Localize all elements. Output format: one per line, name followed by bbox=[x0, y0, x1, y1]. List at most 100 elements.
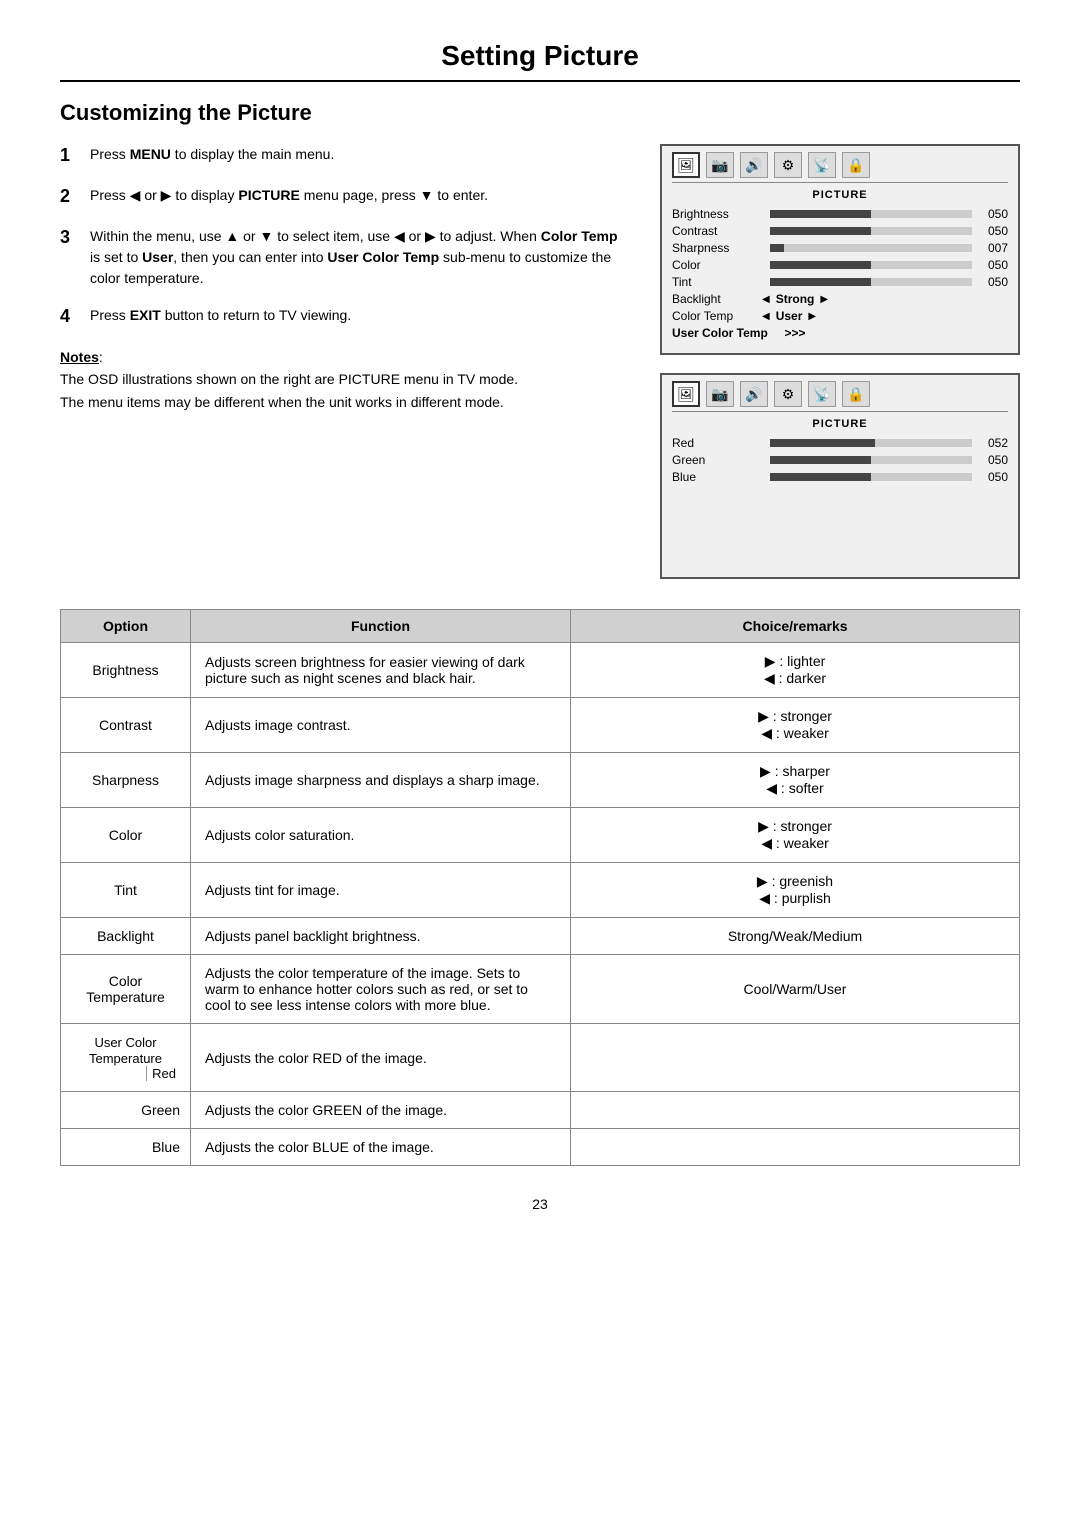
osd-row-tint: Tint 050 bbox=[672, 275, 1008, 289]
osd-value-contrast: 050 bbox=[980, 224, 1008, 238]
colortemp-value: User bbox=[776, 309, 803, 323]
step-2: 2 Press ◀ or ▶ to display PICTURE menu p… bbox=[60, 185, 630, 210]
step-number-2: 2 bbox=[60, 183, 80, 210]
choice-user-blue bbox=[571, 1129, 1020, 1166]
option-user-blue: Blue bbox=[61, 1129, 191, 1166]
notes-title: Notes bbox=[60, 349, 99, 365]
steps-list: 1 Press MENU to display the main menu. 2… bbox=[60, 144, 630, 330]
osd-icon-picture: 🖼 bbox=[672, 152, 700, 178]
step-number-3: 3 bbox=[60, 224, 80, 251]
osd-screen-2: 🖼 📷 🔊 ⚙ 📡 🔒 PICTURE Red 052 Green bbox=[660, 373, 1020, 579]
osd-row-red: Red 052 bbox=[672, 436, 1008, 450]
table-row-tint: Tint Adjusts tint for image. ▶ : greenis… bbox=[61, 863, 1020, 918]
step-number-1: 1 bbox=[60, 142, 80, 169]
osd-name-color: Color bbox=[672, 258, 762, 272]
step-number-4: 4 bbox=[60, 303, 80, 330]
function-brightness: Adjusts screen brightness for easier vie… bbox=[191, 643, 571, 698]
osd-row-color: Color 050 bbox=[672, 258, 1008, 272]
osd-row-backlight: Backlight ◀ Strong ▶ bbox=[672, 292, 1008, 306]
table-row-contrast: Contrast Adjusts image contrast. ▶ : str… bbox=[61, 698, 1020, 753]
osd-row-green: Green 050 bbox=[672, 453, 1008, 467]
osd-name-green: Green bbox=[672, 453, 762, 467]
choice-sharpness: ▶ : sharper◀ : softer bbox=[571, 753, 1020, 808]
option-tint: Tint bbox=[61, 863, 191, 918]
notes-line-2: The menu items may be different when the… bbox=[60, 394, 504, 410]
table-row-color: Color Adjusts color saturation. ▶ : stro… bbox=[61, 808, 1020, 863]
table-row-sharpness: Sharpness Adjusts image sharpness and di… bbox=[61, 753, 1020, 808]
osd-name-colortemp: Color Temp bbox=[672, 309, 762, 323]
osd-bar-tint bbox=[770, 278, 972, 286]
osd2-icon-settings: ⚙ bbox=[774, 381, 802, 407]
option-backlight: Backlight bbox=[61, 918, 191, 955]
colortemp-left-arrow: ◀ bbox=[762, 311, 770, 322]
osd-bar-contrast bbox=[770, 227, 972, 235]
option-contrast: Contrast bbox=[61, 698, 191, 753]
option-sharpness: Sharpness bbox=[61, 753, 191, 808]
section-title: Customizing the Picture bbox=[60, 100, 1020, 126]
osd-value-brightness: 050 bbox=[980, 207, 1008, 221]
step-1: 1 Press MENU to display the main menu. bbox=[60, 144, 630, 169]
step-text-3: Within the menu, use ▲ or ▼ to select it… bbox=[90, 226, 630, 289]
notes-section: Notes: The OSD illustrations shown on th… bbox=[60, 346, 630, 413]
function-user-green: Adjusts the color GREEN of the image. bbox=[191, 1092, 571, 1129]
osd-value-tint: 050 bbox=[980, 275, 1008, 289]
function-backlight: Adjusts panel backlight brightness. bbox=[191, 918, 571, 955]
option-user-red: User ColorTemperature Red bbox=[61, 1024, 191, 1092]
osd-name-blue: Blue bbox=[672, 470, 762, 484]
osd-bar-red bbox=[770, 439, 972, 447]
osd-icons-1: 🖼 📷 🔊 ⚙ 📡 🔒 bbox=[672, 152, 1008, 183]
choice-color: ▶ : stronger◀ : weaker bbox=[571, 808, 1020, 863]
choice-tint: ▶ : greenish◀ : purplish bbox=[571, 863, 1020, 918]
step-text-2: Press ◀ or ▶ to display PICTURE menu pag… bbox=[90, 185, 630, 206]
table-row-brightness: Brightness Adjusts screen brightness for… bbox=[61, 643, 1020, 698]
table-header-choice: Choice/remarks bbox=[571, 610, 1020, 643]
table-row-user-green: Green Adjusts the color GREEN of the ima… bbox=[61, 1092, 1020, 1129]
osd-icon-lock: 🔒 bbox=[842, 152, 870, 178]
function-color: Adjusts color saturation. bbox=[191, 808, 571, 863]
step-4: 4 Press EXIT button to return to TV view… bbox=[60, 305, 630, 330]
osd-value-green: 050 bbox=[980, 453, 1008, 467]
options-table: Option Function Choice/remarks Brightnes… bbox=[60, 609, 1020, 1166]
osd-bar-sharpness bbox=[770, 244, 972, 252]
choice-user-red bbox=[571, 1024, 1020, 1092]
osd2-icon-channel: 📡 bbox=[808, 381, 836, 407]
osd-subrow-usercolor: User Color Temp >>> bbox=[672, 326, 1008, 340]
function-contrast: Adjusts image contrast. bbox=[191, 698, 571, 753]
choice-contrast: ▶ : stronger◀ : weaker bbox=[571, 698, 1020, 753]
osd-icon-camera: 📷 bbox=[706, 152, 734, 178]
choice-backlight: Strong/Weak/Medium bbox=[571, 918, 1020, 955]
backlight-value: Strong bbox=[776, 292, 815, 306]
osd-icon-settings: ⚙ bbox=[774, 152, 802, 178]
osd-row-blue: Blue 050 bbox=[672, 470, 1008, 484]
function-colortemp: Adjusts the color temperature of the ima… bbox=[191, 955, 571, 1024]
osd-screens-panel: 🖼 📷 🔊 ⚙ 📡 🔒 PICTURE Brightness 050 Contr… bbox=[660, 144, 1020, 579]
backlight-left-arrow: ◀ bbox=[762, 294, 770, 305]
osd2-icon-lock: 🔒 bbox=[842, 381, 870, 407]
choice-brightness: ▶ : lighter◀ : darker bbox=[571, 643, 1020, 698]
osd2-icon-camera: 📷 bbox=[706, 381, 734, 407]
osd-label-2: PICTURE bbox=[672, 418, 1008, 430]
page-number: 23 bbox=[60, 1196, 1020, 1212]
osd-row-contrast: Contrast 050 bbox=[672, 224, 1008, 238]
option-brightness: Brightness bbox=[61, 643, 191, 698]
instructions-panel: 1 Press MENU to display the main menu. 2… bbox=[60, 144, 630, 579]
choice-colortemp: Cool/Warm/User bbox=[571, 955, 1020, 1024]
osd-label-1: PICTURE bbox=[672, 189, 1008, 201]
main-content: 1 Press MENU to display the main menu. 2… bbox=[60, 144, 1020, 579]
table-row-colortemp: ColorTemperature Adjusts the color tempe… bbox=[61, 955, 1020, 1024]
choice-user-green bbox=[571, 1092, 1020, 1129]
osd-value-sharpness: 007 bbox=[980, 241, 1008, 255]
notes-line-1: The OSD illustrations shown on the right… bbox=[60, 371, 518, 387]
osd2-icon-audio: 🔊 bbox=[740, 381, 768, 407]
table-row-user-red: User ColorTemperature Red Adjusts the co… bbox=[61, 1024, 1020, 1092]
step-text-4: Press EXIT button to return to TV viewin… bbox=[90, 305, 630, 326]
osd-bar-green bbox=[770, 456, 972, 464]
step-text-1: Press MENU to display the main menu. bbox=[90, 144, 630, 165]
osd-bar-brightness bbox=[770, 210, 972, 218]
osd-bar-blue bbox=[770, 473, 972, 481]
colortemp-right-arrow: ▶ bbox=[808, 311, 816, 322]
step-3: 3 Within the menu, use ▲ or ▼ to select … bbox=[60, 226, 630, 289]
function-user-blue: Adjusts the color BLUE of the image. bbox=[191, 1129, 571, 1166]
osd-subrow-label: User Color Temp >>> bbox=[672, 326, 806, 340]
option-user-green: Green bbox=[61, 1092, 191, 1129]
